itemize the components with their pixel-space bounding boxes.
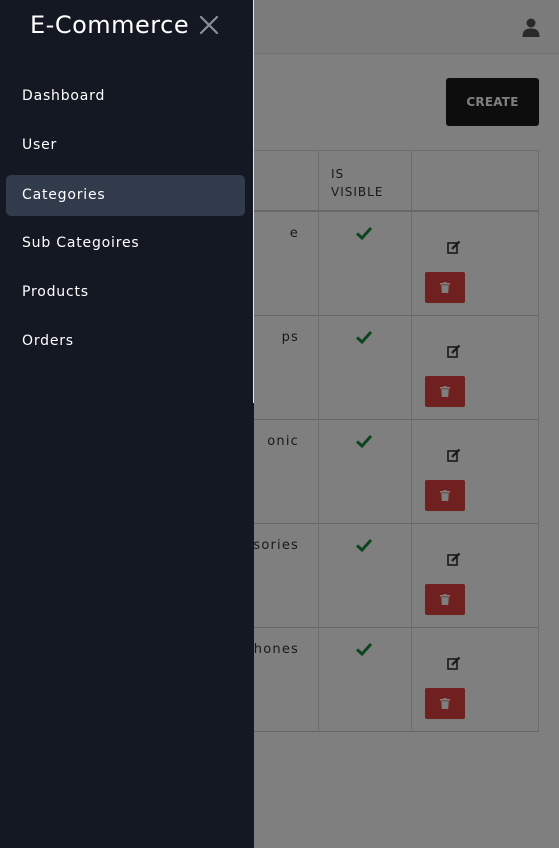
- close-icon[interactable]: [199, 15, 219, 35]
- sidebar-item-label: Dashboard: [22, 88, 106, 104]
- navigation-drawer: E-Commerce Dashboard User Categories Sub…: [0, 0, 254, 848]
- drawer-edge-divider: [253, 0, 254, 403]
- sidebar-item-label: User: [22, 137, 58, 153]
- sidebar-item-label: Orders: [22, 333, 74, 349]
- sidebar-item-label: Categories: [22, 187, 106, 203]
- sidebar-item-label: Products: [22, 284, 89, 300]
- brand-title: E-Commerce: [30, 11, 190, 39]
- sidebar-item-dashboard[interactable]: Dashboard: [6, 76, 245, 117]
- sidebar-item-products[interactable]: Products: [6, 272, 245, 313]
- sidebar-item-user[interactable]: User: [6, 125, 245, 166]
- sidebar-item-sub-categories[interactable]: Sub Categoires: [6, 223, 245, 264]
- sidebar-item-orders[interactable]: Orders: [6, 321, 245, 362]
- sidebar-item-label: Sub Categoires: [22, 235, 140, 251]
- sidebar-item-categories[interactable]: Categories: [6, 175, 245, 216]
